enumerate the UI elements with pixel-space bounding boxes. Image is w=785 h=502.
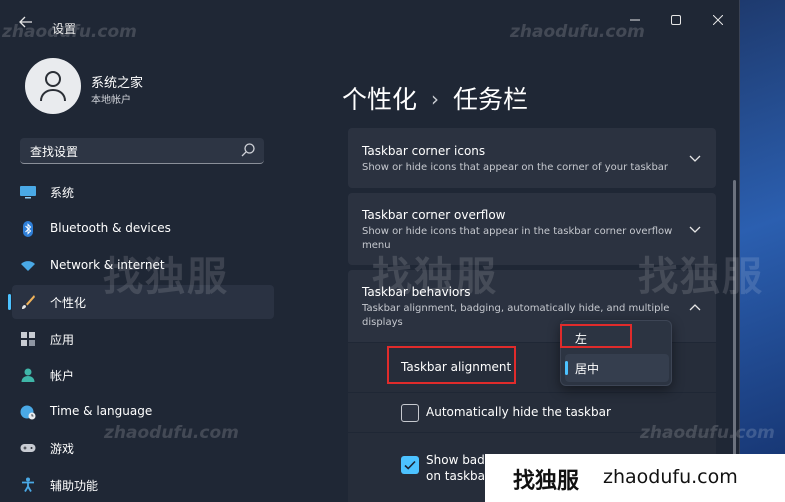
maximize-icon xyxy=(671,15,681,25)
card-taskbar-corner-icons[interactable]: Taskbar corner icons Show or hide icons … xyxy=(348,128,716,188)
sidebar-item-label: 应用 xyxy=(50,333,75,347)
watermark-url: zhaodufu.com xyxy=(510,22,645,42)
gamepad-icon xyxy=(20,444,36,452)
sidebar-item-label: Bluetooth & devices xyxy=(50,221,171,235)
apps-icon xyxy=(21,332,35,346)
wifi-icon xyxy=(21,261,35,271)
sidebar-item-label: 帐户 xyxy=(50,369,75,383)
watermark-cn: 找独服 xyxy=(103,254,229,300)
alignment-option-center[interactable]: 居中 xyxy=(565,354,669,382)
close-icon xyxy=(712,14,724,26)
watermark-cn: 找独服 xyxy=(372,254,498,300)
chevron-up-icon[interactable] xyxy=(688,301,702,315)
watermark-url: zhaodufu.com xyxy=(640,423,775,443)
brush-icon xyxy=(22,295,35,309)
show-badges-label-continued: on taskbar xyxy=(426,469,490,483)
bluetooth-icon xyxy=(23,221,33,237)
option-label: 居中 xyxy=(575,362,600,376)
sidebar-item-label: 个性化 xyxy=(50,296,87,310)
globe-clock-icon xyxy=(20,405,36,420)
watermark-cn: 找独服 xyxy=(638,254,764,300)
sidebar-item-apps[interactable]: 应用 xyxy=(12,322,274,356)
site-badge-url: zhaodufu.com xyxy=(603,466,738,488)
sidebar-item-label: 系统 xyxy=(50,186,75,200)
card-description: Show or hide icons that appear on the co… xyxy=(362,162,669,173)
monitor-icon xyxy=(20,186,36,199)
watermark-url: zhaodufu.com xyxy=(2,22,137,42)
chevron-down-icon[interactable] xyxy=(688,222,702,236)
show-badges-label: Show badg xyxy=(426,453,493,467)
breadcrumb-parent[interactable]: 个性化 xyxy=(342,80,417,116)
person-icon xyxy=(40,71,66,102)
search-box[interactable]: 查找设置 xyxy=(20,138,264,164)
highlight-box xyxy=(560,324,632,348)
highlight-box xyxy=(387,346,516,384)
user-name: 系统之家 xyxy=(91,76,144,91)
sidebar-item-label: Time & language xyxy=(50,404,153,418)
accessibility-icon xyxy=(22,477,34,492)
avatar[interactable] xyxy=(25,58,81,114)
account-type: 本地帐户 xyxy=(91,95,131,106)
search-input[interactable]: 查找设置 xyxy=(30,143,78,160)
close-button[interactable] xyxy=(703,12,733,32)
chevron-down-icon[interactable] xyxy=(688,151,702,165)
sidebar-item-label: 游戏 xyxy=(50,442,75,456)
auto-hide-label: Automatically hide the taskbar xyxy=(426,405,611,419)
card-title: Taskbar corner overflow xyxy=(362,208,506,222)
maximize-button[interactable] xyxy=(661,12,691,32)
checkmark-icon xyxy=(404,460,416,470)
sidebar-item-accounts[interactable]: 帐户 xyxy=(12,358,274,392)
divider xyxy=(348,392,716,393)
search-icon xyxy=(241,143,255,157)
person-icon xyxy=(21,368,35,382)
breadcrumb-current: 任务栏 xyxy=(453,85,529,114)
sidebar-item-system[interactable]: 系统 xyxy=(12,175,274,209)
sidebar-item-label: 辅助功能 xyxy=(50,479,99,493)
auto-hide-checkbox[interactable] xyxy=(401,404,419,422)
breadcrumb-separator: › xyxy=(431,87,440,111)
watermark-url: zhaodufu.com xyxy=(104,423,239,443)
sidebar-item-accessibility[interactable]: 辅助功能 xyxy=(12,468,274,502)
site-badge-logo: 找独服 xyxy=(513,469,580,494)
sidebar-item-bluetooth[interactable]: Bluetooth & devices xyxy=(12,212,274,246)
show-badges-checkbox[interactable] xyxy=(401,456,419,474)
page-title: 个性化 › 任务栏 xyxy=(342,80,528,116)
site-badge: 找独服 zhaodufu.com xyxy=(485,454,785,502)
card-title: Taskbar corner icons xyxy=(362,144,486,158)
